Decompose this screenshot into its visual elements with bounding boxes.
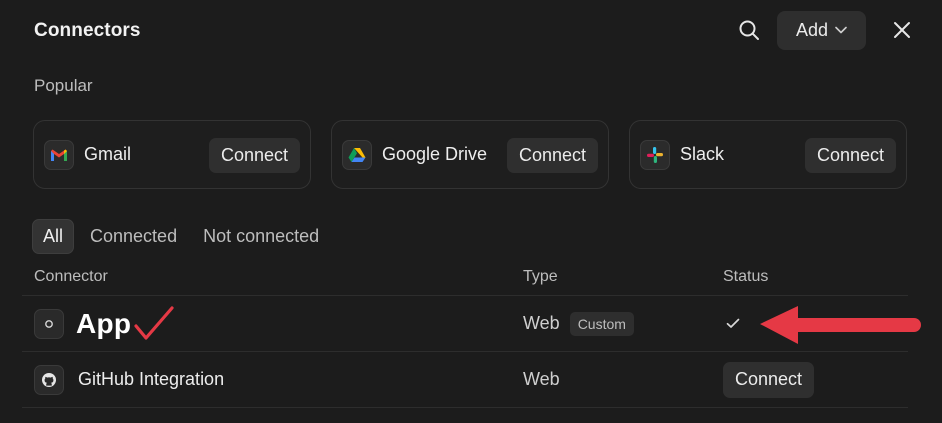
connector-name: GitHub Integration xyxy=(78,369,225,389)
status-cell xyxy=(726,296,740,351)
custom-badge: Custom xyxy=(569,311,634,336)
card-name: Google Drive xyxy=(382,144,488,164)
connector-cell: GitHub Integration xyxy=(34,352,224,407)
search-icon xyxy=(739,20,759,40)
header: Connectors Add xyxy=(0,0,942,62)
card-name: Gmail xyxy=(84,144,132,164)
type-cell: Web xyxy=(523,352,560,407)
slack-icon xyxy=(640,139,670,170)
page-title: Connectors xyxy=(34,20,141,41)
filter-all[interactable]: All xyxy=(32,219,75,254)
type-value: Web xyxy=(523,369,560,389)
column-header-status: Status xyxy=(723,267,769,285)
filter-tabs: All Connected Not connected xyxy=(32,219,335,254)
check-icon xyxy=(726,318,740,328)
connector-name: App xyxy=(76,307,132,339)
close-icon xyxy=(894,22,910,38)
app-circle-icon xyxy=(34,308,64,339)
card-name: Slack xyxy=(680,144,725,164)
filter-not-connected[interactable]: Not connected xyxy=(193,219,329,254)
table-row[interactable]: App Web Custom xyxy=(22,296,908,352)
popular-section-label: Popular xyxy=(34,76,93,95)
search-button[interactable] xyxy=(731,12,767,48)
add-button-label: Add xyxy=(795,19,829,40)
filter-connected[interactable]: Connected xyxy=(80,219,187,254)
header-actions: Add xyxy=(731,10,920,50)
table-header: Connector Type Status xyxy=(22,258,908,296)
connectors-panel: Connectors Add Popular Gmail Connect Goo… xyxy=(0,0,942,423)
add-button[interactable]: Add xyxy=(777,10,866,50)
google-drive-icon xyxy=(342,139,372,170)
chevron-down-icon xyxy=(835,26,847,34)
github-connect-button[interactable]: Connect xyxy=(723,361,815,398)
google-drive-connect-button[interactable]: Connect xyxy=(506,138,598,173)
gmail-icon xyxy=(44,139,74,170)
type-value: Web xyxy=(523,313,560,333)
type-cell: Web Custom xyxy=(523,296,634,351)
connectors-table: Connector Type Status App Web Custom Git… xyxy=(22,258,908,408)
table-row[interactable]: GitHub Integration Web Connect xyxy=(22,352,908,408)
column-header-type: Type xyxy=(523,267,558,285)
close-button[interactable] xyxy=(884,12,920,48)
popular-card-gmail: Gmail Connect xyxy=(33,120,311,189)
status-cell: Connect xyxy=(723,352,815,407)
popular-connectors: Gmail Connect Google Drive Connect Slack… xyxy=(33,120,907,189)
popular-card-google-drive: Google Drive Connect xyxy=(331,120,609,189)
slack-connect-button[interactable]: Connect xyxy=(804,138,896,173)
connector-cell: App xyxy=(34,296,131,351)
popular-card-slack: Slack Connect xyxy=(629,120,907,189)
column-header-connector: Connector xyxy=(34,267,108,285)
github-icon xyxy=(34,364,64,395)
gmail-connect-button[interactable]: Connect xyxy=(208,138,300,173)
